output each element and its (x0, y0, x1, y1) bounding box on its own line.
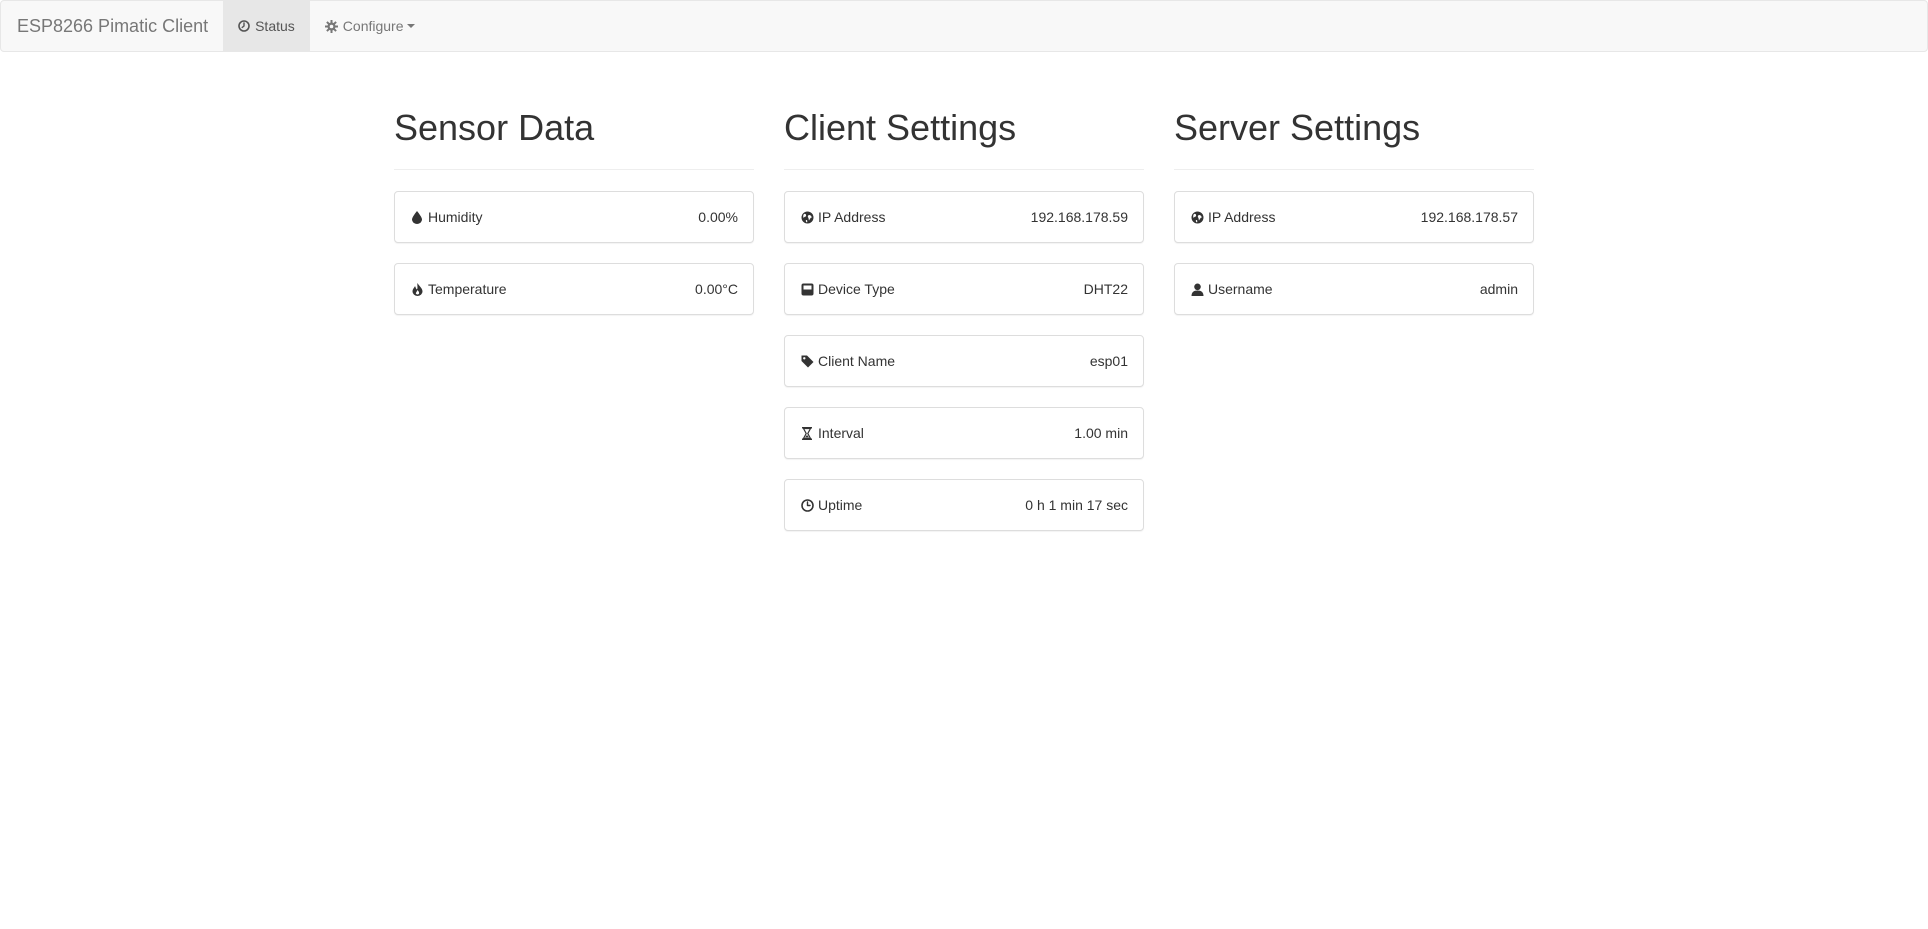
server-ip-label: IP Address (1208, 209, 1276, 225)
interval-panel: Interval 1.00 min (784, 407, 1144, 459)
humidity-label: Humidity (428, 209, 483, 225)
hourglass-icon (800, 426, 814, 440)
client-ip-label: IP Address (818, 209, 886, 225)
interval-label: Interval (818, 425, 864, 441)
globe-icon (1190, 210, 1204, 224)
client-ip-panel: IP Address 192.168.178.59 (784, 191, 1144, 243)
uptime-value: 0 h 1 min 17 sec (1025, 497, 1128, 513)
device-type-panel: Device Type DHT22 (784, 263, 1144, 315)
sensor-data-title: Sensor Data (394, 107, 595, 148)
divider (394, 169, 754, 170)
username-panel: Username admin (1174, 263, 1534, 315)
server-settings-title: Server Settings (1174, 107, 1421, 148)
dashboard-icon (238, 20, 250, 32)
uptime-panel: Uptime 0 h 1 min 17 sec (784, 479, 1144, 531)
interval-value: 1.00 min (1074, 425, 1128, 441)
divider (784, 169, 1144, 170)
server-ip-value: 192.168.178.57 (1420, 209, 1518, 225)
client-ip-value: 192.168.178.59 (1030, 209, 1128, 225)
uptime-label: Uptime (818, 497, 863, 513)
humidity-panel: Humidity 0.00% (394, 191, 754, 243)
fire-icon (410, 282, 424, 296)
device-type-value: DHT22 (1083, 281, 1128, 297)
temperature-label: Temperature (428, 281, 507, 297)
humidity-value: 0.00% (698, 209, 738, 225)
client-name-label: Client Name (818, 353, 896, 369)
server-ip-panel: IP Address 192.168.178.57 (1174, 191, 1534, 243)
user-icon (1190, 282, 1204, 296)
username-value: admin (1479, 281, 1518, 297)
temperature-panel: Temperature 0.00°C (394, 263, 754, 315)
device-type-label: Device Type (818, 281, 895, 297)
navbar: ESP8266 Pimatic Client Status Configure (0, 0, 1928, 52)
tag-icon (800, 354, 814, 368)
nav-configure-label: Configure (342, 18, 404, 34)
client-name-panel: Client Name esp01 (784, 335, 1144, 387)
tint-icon (410, 210, 424, 224)
brand-link[interactable]: ESP8266 Pimatic Client (2, 1, 223, 51)
caret-down-icon (406, 24, 415, 28)
temperature-value: 0.00°C (695, 281, 738, 297)
nav-configure-dropdown[interactable]: Configure (310, 1, 430, 51)
client-name-value: esp01 (1089, 353, 1128, 369)
globe-icon (800, 210, 814, 224)
clock-icon (800, 498, 814, 512)
client-settings-title: Client Settings (784, 107, 1017, 148)
nav-status-label: Status (255, 18, 295, 34)
divider (1174, 169, 1534, 170)
nav-status[interactable]: Status (223, 1, 310, 51)
inbox-icon (800, 282, 814, 296)
username-label: Username (1208, 281, 1273, 297)
gear-icon (324, 19, 338, 33)
